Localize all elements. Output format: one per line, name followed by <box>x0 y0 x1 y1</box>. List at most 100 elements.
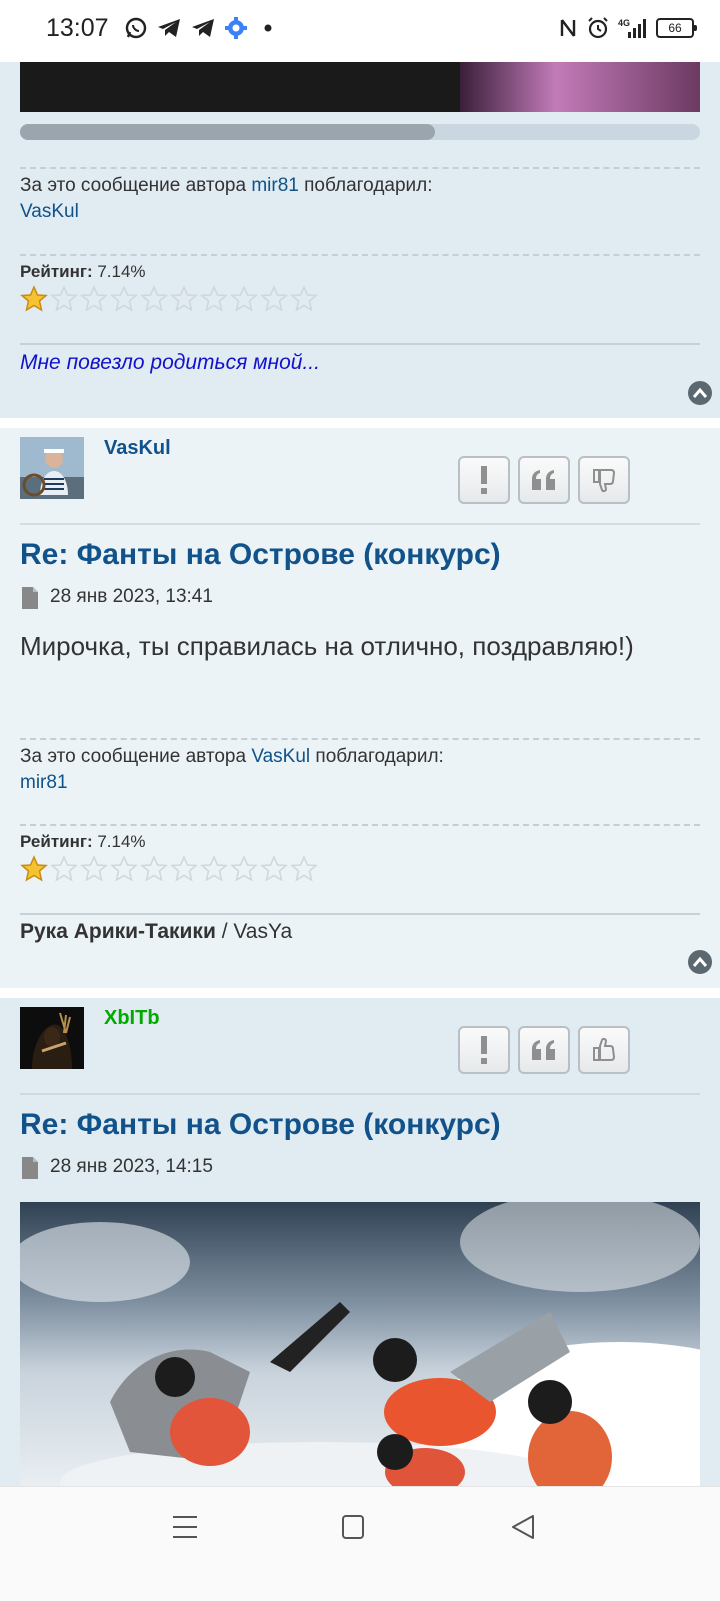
thanks-line: За это сообщение автора mir81 поблагодар… <box>20 173 433 225</box>
post-actions <box>458 456 630 504</box>
rating-label: Рейтинг: <box>20 832 93 851</box>
star-empty-icon[interactable] <box>110 855 138 883</box>
star-filled-icon[interactable] <box>20 855 48 883</box>
home-icon[interactable] <box>341 1514 365 1540</box>
report-icon <box>481 466 487 494</box>
post-title[interactable]: Re: Фанты на Острове (конкурс) <box>20 1108 501 1142</box>
post-file-icon <box>22 1157 38 1179</box>
post-title[interactable]: Re: Фанты на Острове (конкурс) <box>20 538 501 572</box>
status-time: 13:07 <box>46 14 109 42</box>
avatar[interactable] <box>20 1007 84 1069</box>
divider <box>20 167 700 169</box>
settings-gear-icon <box>225 17 247 39</box>
back-to-top-button[interactable] <box>688 381 712 405</box>
star-empty-icon[interactable] <box>230 285 258 313</box>
menu-icon[interactable] <box>172 1515 198 1539</box>
rating-line: Рейтинг: 7.14% <box>20 832 146 852</box>
star-empty-icon[interactable] <box>200 855 228 883</box>
video-progress-bar[interactable] <box>20 124 700 140</box>
status-system-icons: 4G 66 <box>558 16 697 40</box>
telegram-icon <box>192 19 214 37</box>
report-button[interactable] <box>458 1026 510 1074</box>
header-divider <box>20 523 700 525</box>
star-empty-icon[interactable] <box>170 855 198 883</box>
username[interactable]: XbITb <box>104 1007 160 1030</box>
rating-stars[interactable] <box>20 855 318 883</box>
post-vaskul <box>0 428 720 988</box>
back-to-top-button[interactable] <box>688 950 712 974</box>
signature-divider <box>20 343 700 345</box>
signature-bold: Рука Арики-Такики <box>20 920 216 943</box>
star-empty-icon[interactable] <box>290 285 318 313</box>
author-link[interactable]: VasKul <box>251 746 310 767</box>
post-separator <box>0 988 720 998</box>
star-empty-icon[interactable] <box>80 285 108 313</box>
star-empty-icon[interactable] <box>80 855 108 883</box>
youtube-embed[interactable] <box>20 62 700 112</box>
rating-line: Рейтинг: 7.14% <box>20 262 146 282</box>
rating-value: 7.14% <box>97 832 146 851</box>
nfc-icon <box>560 19 576 37</box>
avatar-image <box>20 437 84 499</box>
thanks-suffix: поблагодарил: <box>304 175 433 196</box>
rating-label: Рейтинг: <box>20 262 93 281</box>
signal-icon: 4G <box>618 18 646 38</box>
rating-value: 7.14% <box>97 262 146 281</box>
thumbs-down-icon <box>593 469 616 493</box>
star-empty-icon[interactable] <box>50 285 78 313</box>
quote-button[interactable] <box>518 456 570 504</box>
username[interactable]: VasKul <box>104 437 171 460</box>
quote-icon <box>532 1040 555 1060</box>
star-empty-icon[interactable] <box>290 855 318 883</box>
signature: Рука Арики-Такики / VasYa <box>20 920 292 944</box>
quote-icon <box>532 470 555 490</box>
back-to-top-icon <box>692 387 708 398</box>
dislike-button[interactable] <box>578 456 630 504</box>
star-empty-icon[interactable] <box>110 285 138 313</box>
report-icon <box>481 1036 487 1064</box>
rating-stars[interactable] <box>20 285 318 313</box>
star-empty-icon[interactable] <box>170 285 198 313</box>
status-bar: 13:07 4G 66 <box>0 0 720 62</box>
quote-button[interactable] <box>518 1026 570 1074</box>
like-button[interactable] <box>578 1026 630 1074</box>
video-progress-fill <box>20 124 435 140</box>
post-content: Мирочка, ты справилась на отлично, поздр… <box>20 631 634 661</box>
thanks-suffix: поблагодарил: <box>315 746 444 767</box>
report-button[interactable] <box>458 456 510 504</box>
star-empty-icon[interactable] <box>200 285 228 313</box>
star-empty-icon[interactable] <box>230 855 258 883</box>
post-file-icon <box>22 587 38 609</box>
divider <box>20 738 700 740</box>
star-empty-icon[interactable] <box>260 855 288 883</box>
signature-rest: / VasYa <box>215 920 293 943</box>
star-empty-icon[interactable] <box>140 855 168 883</box>
back-icon[interactable] <box>510 1514 536 1540</box>
post-date: 28 янв 2023, 13:41 <box>50 586 213 607</box>
thanked-by-link[interactable]: mir81 <box>20 772 68 793</box>
battery-indicator: 66 <box>656 18 697 38</box>
author-link[interactable]: mir81 <box>251 175 299 196</box>
header-divider <box>20 1093 700 1095</box>
star-empty-icon[interactable] <box>50 855 78 883</box>
post-image-bullfinches[interactable] <box>20 1202 700 1486</box>
star-empty-icon[interactable] <box>140 285 168 313</box>
star-filled-icon[interactable] <box>20 285 48 313</box>
thanks-prefix: За это сообщение автора <box>20 175 247 196</box>
avatar[interactable] <box>20 437 84 499</box>
telegram-icon <box>158 19 180 37</box>
dot-icon <box>264 24 272 32</box>
post-separator <box>0 418 720 428</box>
post-actions <box>458 1026 630 1074</box>
whatsapp-icon <box>125 17 147 39</box>
signature-divider <box>20 913 700 915</box>
avatar-image <box>20 1007 84 1069</box>
divider <box>20 824 700 826</box>
thanked-by-link[interactable]: VasKul <box>20 201 79 222</box>
signature: Мне повезло родиться мной... <box>20 351 320 374</box>
status-notification-icons <box>124 16 276 40</box>
video-thumbnail <box>460 62 700 112</box>
svg-text:4G: 4G <box>618 18 630 28</box>
star-empty-icon[interactable] <box>260 285 288 313</box>
back-to-top-icon <box>692 956 708 967</box>
